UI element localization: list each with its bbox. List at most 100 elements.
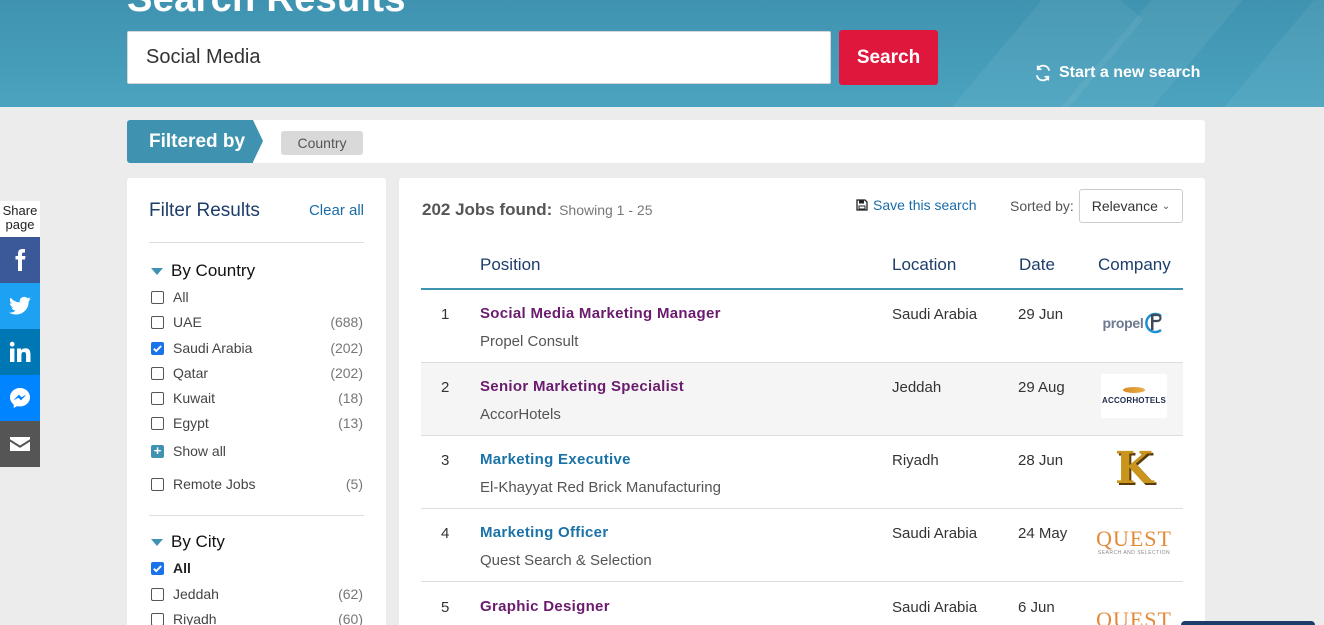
share-linkedin-button[interactable] xyxy=(0,329,40,375)
job-title-link[interactable]: Senior Marketing Specialist xyxy=(480,378,684,395)
table-row: 3 Marketing Executive El-Khayyat Red Bri… xyxy=(421,436,1183,509)
caret-down-icon xyxy=(151,267,163,275)
filter-option[interactable]: Egypt (13) xyxy=(151,414,363,432)
table-row: 4 Marketing Officer Quest Search & Selec… xyxy=(421,509,1183,582)
company-name: Propel Consult xyxy=(480,333,579,350)
filter-option[interactable]: Qatar (202) xyxy=(151,364,363,382)
column-header-location: Location xyxy=(892,255,957,274)
filtered-by-label: Filtered by xyxy=(127,120,263,163)
job-title-link[interactable]: Marketing Executive xyxy=(480,451,631,468)
share-messenger-button[interactable] xyxy=(0,375,40,421)
divider xyxy=(149,242,364,243)
filter-option-label: Egypt xyxy=(173,415,209,431)
khayyat-logo: K xyxy=(1114,443,1154,494)
filter-option-label: Kuwait xyxy=(173,390,216,406)
share-bar: Share page xyxy=(0,201,40,467)
results-panel: 202 Jobs found: Showing 1 - 25 Save this… xyxy=(399,178,1205,625)
accor-bird-icon xyxy=(1123,387,1145,393)
filter-option[interactable]: Riyadh (60) xyxy=(151,610,363,625)
refresh-icon xyxy=(1036,64,1050,82)
job-date: 6 Jun xyxy=(1018,599,1055,616)
filter-option[interactable]: Jeddah (62) xyxy=(151,585,363,603)
checkbox[interactable] xyxy=(151,366,164,380)
share-page-label: Share page xyxy=(0,201,40,237)
filter-sidebar: Filter Results Clear all By Country All … xyxy=(127,178,386,625)
by-country-title: By Country xyxy=(171,261,256,280)
search-button[interactable]: Search xyxy=(839,30,938,85)
company-logo[interactable]: QUEST SEARCH AND SELECTION xyxy=(1096,519,1171,565)
quest-logo: QUEST xyxy=(1096,609,1172,625)
job-title-link[interactable]: Marketing Officer xyxy=(480,524,608,541)
job-title-link[interactable]: Graphic Designer xyxy=(480,598,610,615)
share-email-button[interactable] xyxy=(0,421,40,467)
filter-option-count: (62) xyxy=(338,586,363,602)
save-icon xyxy=(856,199,868,211)
row-number: 2 xyxy=(441,379,450,396)
filter-option-label: Saudi Arabia xyxy=(173,340,253,356)
job-location: Saudi Arabia xyxy=(892,525,978,542)
filter-option-remote[interactable]: Remote Jobs (5) xyxy=(151,475,363,493)
checkbox-checked[interactable] xyxy=(151,341,164,355)
twitter-icon xyxy=(9,296,31,315)
filter-option-count: (13) xyxy=(338,415,363,431)
filter-option[interactable]: All xyxy=(151,559,363,577)
table-row: 2 Senior Marketing Specialist AccorHotel… xyxy=(421,363,1183,436)
by-country-toggle[interactable]: By Country xyxy=(151,261,255,281)
divider xyxy=(149,515,364,516)
filter-results-title: Filter Results xyxy=(149,200,260,221)
show-all-link[interactable]: + Show all xyxy=(151,442,363,460)
checkbox[interactable] xyxy=(151,612,164,625)
chevron-down-icon: ⌄ xyxy=(1161,200,1171,212)
caret-down-icon xyxy=(151,538,163,546)
checkbox[interactable] xyxy=(151,290,164,304)
save-search-link[interactable]: Save this search xyxy=(856,197,977,213)
checkbox[interactable] xyxy=(151,477,164,491)
company-name: Quest Search & Selection xyxy=(480,552,652,569)
propel-logo: propel xyxy=(1103,312,1166,334)
accorhotels-logo: ACCORHOTELS xyxy=(1101,374,1167,418)
company-logo[interactable]: K xyxy=(1101,446,1167,492)
filter-option-count: (60) xyxy=(338,611,363,625)
row-number: 1 xyxy=(441,306,450,323)
search-input[interactable]: Social Media xyxy=(127,31,831,84)
linkedin-icon xyxy=(9,341,31,362)
row-number: 5 xyxy=(441,599,450,616)
quest-logo: QUEST SEARCH AND SELECTION xyxy=(1096,528,1172,557)
accor-logo-text: ACCORHOTELS xyxy=(1102,396,1166,405)
page-title: Search Results xyxy=(127,0,406,21)
company-logo[interactable]: propel xyxy=(1101,300,1167,346)
company-logo[interactable]: ACCORHOTELS xyxy=(1101,373,1167,419)
share-twitter-button[interactable] xyxy=(0,283,40,329)
company-logo[interactable]: QUEST xyxy=(1096,597,1171,625)
share-facebook-button[interactable] xyxy=(0,237,40,283)
filter-chip-country[interactable]: Country xyxy=(281,131,363,155)
checkbox[interactable] xyxy=(151,416,164,430)
filter-option[interactable]: UAE (688) xyxy=(151,313,363,331)
sorted-by-label: Sorted by: xyxy=(1010,198,1074,214)
job-title-link[interactable]: Social Media Marketing Manager xyxy=(480,305,721,322)
checkbox[interactable] xyxy=(151,587,164,601)
checkbox[interactable] xyxy=(151,391,164,405)
showing-range: Showing 1 - 25 xyxy=(559,202,653,218)
clear-all-link[interactable]: Clear all xyxy=(309,202,364,219)
filter-option-count: (202) xyxy=(330,365,363,381)
jobs-found: 202 Jobs found: xyxy=(422,200,553,219)
filter-option-label: Remote Jobs xyxy=(173,476,256,492)
job-location: Saudi Arabia xyxy=(892,599,978,616)
by-city-toggle[interactable]: By City xyxy=(151,532,225,552)
checkbox[interactable] xyxy=(151,315,164,329)
filter-option[interactable]: Kuwait (18) xyxy=(151,389,363,407)
chat-widget-tab[interactable] xyxy=(1181,621,1315,625)
quest-logo-text: QUEST xyxy=(1096,607,1172,625)
filter-option[interactable]: Saudi Arabia (202) xyxy=(151,339,363,357)
filter-option-label: UAE xyxy=(173,314,202,330)
filter-option[interactable]: All xyxy=(151,288,363,306)
new-search-link[interactable]: Start a new search xyxy=(1034,64,1200,82)
column-header-position: Position xyxy=(480,255,541,274)
table-row: 5 Graphic Designer Saudi Arabia 6 Jun QU… xyxy=(421,583,1183,625)
sort-value: Relevance xyxy=(1091,198,1158,214)
checkbox-checked[interactable] xyxy=(151,561,164,575)
sort-select[interactable]: Relevance ⌄ xyxy=(1079,189,1183,223)
column-header-date: Date xyxy=(1019,255,1055,274)
checkmark-icon xyxy=(153,564,162,572)
